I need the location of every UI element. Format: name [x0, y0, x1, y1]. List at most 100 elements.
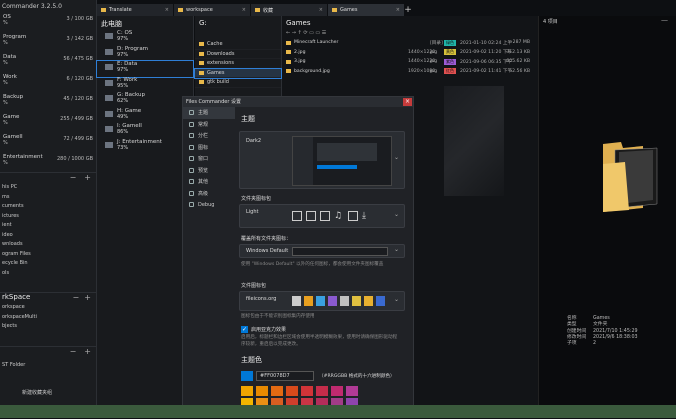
new-favorite-group[interactable]: 新建收藏夹组 — [0, 389, 97, 399]
override-selector[interactable]: Windows Default ⌄ — [239, 244, 405, 258]
settings-nav-item[interactable]: Debug — [183, 199, 235, 211]
settings-nav-item[interactable]: 分栏 — [183, 130, 235, 142]
palette-swatch[interactable] — [286, 386, 298, 396]
color-tag[interactable]: 绿色 — [444, 39, 456, 46]
minus-icon[interactable]: − — [73, 293, 80, 302]
workspace-item[interactable]: orkspaceMulti — [0, 313, 97, 323]
file-row-details[interactable]: 1920×1080 jpg 红色 2021-09-02 11:41 下午 52.56 K… — [404, 67, 538, 77]
settings-nav-item[interactable]: 窗口 — [183, 153, 235, 165]
tab-1[interactable]: workspace × — [174, 4, 250, 16]
chevron-down-icon[interactable]: ⌄ — [394, 246, 399, 253]
plus-icon[interactable]: + — [84, 173, 91, 183]
sidebar-drive[interactable]: Program 3 / 142 GB% — [0, 34, 96, 53]
quick-access-item[interactable]: wnloads — [0, 240, 97, 250]
pane-nav-toolbar[interactable]: ← → ↑ ⟳ ▭ ▭ ☰ — [282, 30, 414, 38]
plus-icon[interactable]: + — [84, 347, 91, 357]
minus-icon[interactable]: − — [70, 347, 77, 357]
quick-access-item[interactable]: his PC — [0, 183, 97, 193]
sidebar-drive[interactable]: Entertainment 280 / 1000 GB% — [0, 154, 96, 173]
folder-icon — [199, 51, 204, 56]
plus-icon[interactable]: + — [84, 293, 91, 302]
drive-item[interactable]: G: Backup 62% — [97, 92, 193, 108]
workspace-item[interactable]: orkspace — [0, 303, 97, 313]
folder-item[interactable]: Downloads — [195, 50, 281, 59]
folder-icon-pack-selector[interactable]: Light ♫ ⤓ ⌄ — [239, 204, 405, 228]
sidebar-drive[interactable]: Game 255 / 499 GB% — [0, 114, 96, 133]
drive-item[interactable]: I: GameII 86% — [97, 123, 193, 139]
color-tag[interactable]: 红色 — [444, 68, 456, 75]
new-tab-button[interactable]: + — [402, 4, 414, 16]
quick-access-item[interactable]: cuments — [0, 202, 97, 212]
favorite-item[interactable]: ST Folder — [0, 361, 97, 371]
file-row-details[interactable]: 1440×1220 jpg 黄色 2021-09-02 11:20 下午 312.13 … — [404, 48, 538, 58]
settings-nav-item[interactable]: 常规 — [183, 119, 235, 131]
chevron-down-icon[interactable]: ⌄ — [394, 211, 399, 218]
close-icon[interactable]: × — [319, 7, 323, 13]
folder-item[interactable]: Games — [194, 67, 282, 79]
palette-swatch[interactable] — [346, 386, 358, 396]
folder-item[interactable]: gtk build — [195, 78, 281, 88]
folder-item[interactable]: extensions — [195, 59, 281, 69]
color-input[interactable]: #FF0078D7 — [256, 371, 314, 381]
palette-swatch[interactable] — [301, 386, 313, 396]
drive-icon — [105, 141, 113, 148]
color-tag[interactable]: 紫色 — [444, 58, 456, 65]
workspace-item[interactable]: bjects — [0, 322, 97, 332]
drive-item[interactable]: C: OS 97% — [97, 30, 193, 46]
quick-access-item[interactable]: ient — [0, 221, 97, 231]
chevron-down-icon[interactable]: ⌄ — [394, 296, 399, 303]
settings-nav-item[interactable]: 主题 — [183, 107, 235, 119]
settings-nav-item[interactable]: 高级 — [183, 188, 235, 200]
quick-access-item[interactable]: ogram Files — [0, 250, 97, 260]
drive-item[interactable]: F: Work 95% — [97, 77, 193, 93]
settings-nav-item[interactable]: 预览 — [183, 165, 235, 177]
sidebar-drive[interactable]: Backup 45 / 120 GB% — [0, 94, 96, 113]
sidebar-drive[interactable]: OS 3 / 100 GB% — [0, 14, 96, 33]
quick-access-item[interactable]: ecycle Bin — [0, 259, 97, 269]
override-path-input[interactable] — [292, 247, 388, 256]
close-icon[interactable]: × — [396, 7, 400, 13]
tab-0[interactable]: Translate × — [97, 4, 173, 16]
theme-selector[interactable]: Dark2 ⌄ — [239, 131, 405, 189]
drive-icon — [105, 64, 113, 70]
sidebar-drive[interactable]: Data 56 / 475 GB% — [0, 54, 96, 73]
palette-swatch[interactable] — [271, 386, 283, 396]
dialog-title: Files Commander 设置 — [183, 97, 413, 107]
file-row-details[interactable]: 1440×1220 jpg 紫色 2021-09-06 06:35 下午 605.62 … — [404, 57, 538, 67]
file-row[interactable]: Minecraft Launcher — [282, 38, 414, 48]
quick-access-item[interactable]: ictures — [0, 212, 97, 222]
close-icon[interactable]: × — [242, 7, 246, 13]
palette-swatch[interactable] — [331, 386, 343, 396]
color-tag[interactable]: 黄色 — [444, 49, 456, 56]
quick-access-item[interactable]: ms — [0, 193, 97, 203]
acrylic-checkbox[interactable]: ✓ — [241, 326, 248, 333]
minus-icon[interactable]: − — [70, 173, 77, 183]
file-row[interactable]: background.jpg — [282, 67, 414, 77]
collapse-icon[interactable]: — — [661, 16, 668, 24]
settings-nav-item[interactable]: 其他 — [183, 176, 235, 188]
palette-swatch[interactable] — [316, 386, 328, 396]
drive-item[interactable]: D: Program 97% — [97, 46, 193, 62]
tab-2[interactable]: 收藏 × — [251, 4, 327, 16]
quick-access-item[interactable]: ideo — [0, 231, 97, 241]
quick-access-item[interactable]: ols — [0, 269, 97, 279]
chevron-down-icon[interactable]: ⌄ — [394, 154, 399, 161]
palette-swatch[interactable] — [241, 386, 253, 396]
drive-item[interactable]: J: Entertainment 73% — [97, 139, 193, 155]
tab-3[interactable]: Games × — [328, 4, 404, 16]
file-row-details[interactable]: [目录] 绿色 2021-01-10 02:24 上午 ~287 MB — [404, 38, 538, 48]
settings-nav-item[interactable]: 图标 — [183, 142, 235, 154]
palette-swatch[interactable] — [256, 386, 268, 396]
drive-item[interactable]: E: Data 97% — [96, 60, 194, 78]
close-button[interactable]: × — [403, 98, 412, 106]
file-icon-pack-selector[interactable]: fileicons.org ⌄ — [239, 291, 405, 311]
file-row[interactable]: 2.jpg — [282, 48, 414, 58]
file-icon — [286, 69, 291, 74]
accent-color-swatch[interactable] — [241, 371, 253, 381]
close-icon[interactable]: × — [165, 7, 169, 13]
sidebar-drive[interactable]: Work 6 / 120 GB% — [0, 74, 96, 93]
sidebar-drive[interactable]: GameII 72 / 499 GB% — [0, 134, 96, 153]
file-row[interactable]: 3.jpg — [282, 57, 414, 67]
folder-item[interactable]: Cache — [195, 40, 281, 50]
drive-item[interactable]: H: Game 49% — [97, 108, 193, 124]
